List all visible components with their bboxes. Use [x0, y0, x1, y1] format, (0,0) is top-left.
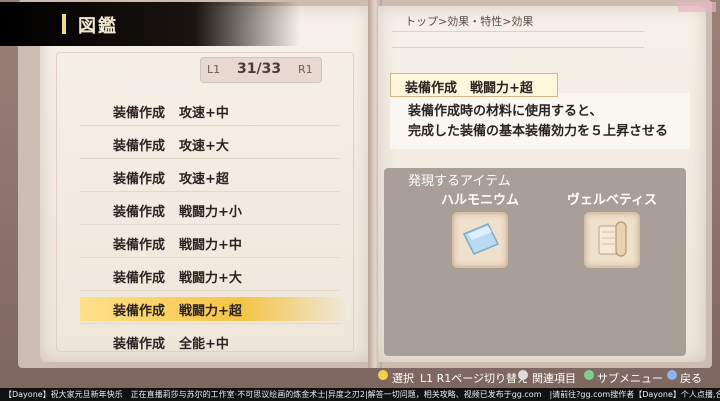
list-item-category: 装備作成: [113, 304, 166, 319]
prev-page-button[interactable]: L1: [207, 63, 220, 76]
select-label[interactable]: 選択: [392, 370, 414, 386]
page-rule: [392, 47, 644, 48]
item-name: ハルモニウム: [440, 193, 519, 208]
list-divider: [80, 290, 340, 291]
list-item[interactable]: 装備作成 攻速+中: [80, 99, 348, 123]
list-item[interactable]: 装備作成 戦闘力+大: [80, 264, 348, 288]
item-card[interactable]: ハルモニウム: [410, 188, 550, 278]
list-item[interactable]: 装備作成 戦闘力+小: [80, 198, 348, 222]
stream-logo-icon: [678, 2, 716, 12]
list-item-category: 装備作成: [113, 205, 166, 220]
list-item-effect: 攻速+超: [179, 172, 229, 187]
related-button-icon: [518, 370, 528, 380]
page-pager: L1 31/33 R1: [200, 57, 322, 83]
back-label[interactable]: 戻る: [680, 370, 702, 386]
effect-title-box: 装備作成 戦闘力+超: [390, 73, 558, 97]
list-item[interactable]: 装備作成 戦闘力+中: [80, 231, 348, 255]
list-divider: [80, 224, 340, 225]
list-divider: [80, 257, 340, 258]
list-item-selected[interactable]: 装備作成 戦闘力+超: [80, 297, 348, 321]
list-item-category: 装備作成: [113, 106, 166, 121]
game-screen: 図鑑 L1 31/33 R1 装備作成 攻速+中 装備作成 攻速+大 装備作成 …: [0, 0, 720, 401]
page-title: 図鑑: [78, 16, 118, 37]
title-banner: 図鑑: [0, 2, 300, 46]
list-item-effect: 戦闘力+超: [179, 304, 242, 319]
list-item-effect: 戦闘力+大: [179, 271, 242, 286]
submenu-label[interactable]: サブメニュー: [597, 370, 663, 386]
list-item[interactable]: 装備作成 攻速+大: [80, 132, 348, 156]
list-item-category: 装備作成: [113, 271, 166, 286]
item-name: ヴェルベティス: [566, 193, 658, 208]
item-card[interactable]: ヴェルベティス: [542, 188, 682, 278]
list-divider: [80, 125, 340, 126]
list-item[interactable]: 装備作成 攻速+超: [80, 165, 348, 189]
list-item-category: 装備作成: [113, 238, 166, 253]
list-item-effect: 戦闘力+小: [179, 205, 242, 220]
list-item-effect: 全能+中: [179, 337, 229, 352]
breadcrumb: トップ>効果・特性>効果: [405, 15, 534, 28]
effect-title: 装備作成 戦闘力+超: [405, 81, 533, 96]
effect-description-line1: 装備作成時の材料に使用すると、: [408, 104, 603, 119]
related-items-label[interactable]: 関連項目: [532, 370, 576, 386]
list-item[interactable]: 装備作成 全能+中: [80, 330, 348, 354]
next-page-button[interactable]: R1: [298, 63, 313, 76]
list-item-category: 装備作成: [113, 139, 166, 154]
triangle-button-icon: [584, 370, 594, 380]
select-button-icon: [378, 370, 388, 380]
list-item-category: 装備作成: [113, 337, 166, 352]
related-items-header: 発現するアイテム: [408, 174, 511, 189]
list-divider: [80, 158, 340, 159]
ticker-text: 【Dayone】祝大家元旦新年快乐 正在直播莉莎与苏尔的工作室·不可思议绘画的炼…: [4, 390, 720, 399]
stream-ticker: 【Dayone】祝大家元旦新年快乐 正在直播莉莎与苏尔的工作室·不可思议绘画的炼…: [0, 388, 720, 401]
list-item-effect: 戦闘力+中: [179, 238, 242, 253]
effect-description-line2: 完成した装備の基本装備効力を５上昇させる: [408, 124, 669, 139]
cloth-roll-icon: [584, 212, 640, 268]
cross-button-icon: [667, 370, 677, 380]
page-rule: [392, 31, 644, 32]
page-switch-label[interactable]: L1 R1ページ切り替え: [420, 370, 528, 386]
list-item-effect: 攻速+大: [179, 139, 229, 154]
list-item-effect: 攻速+中: [179, 106, 229, 121]
metal-ingot-icon: [452, 212, 508, 268]
list-divider: [80, 323, 340, 324]
list-divider: [80, 191, 340, 192]
page-counter: 31/33: [237, 61, 282, 77]
list-item-category: 装備作成: [113, 172, 166, 187]
title-accent-bar: [62, 14, 66, 34]
